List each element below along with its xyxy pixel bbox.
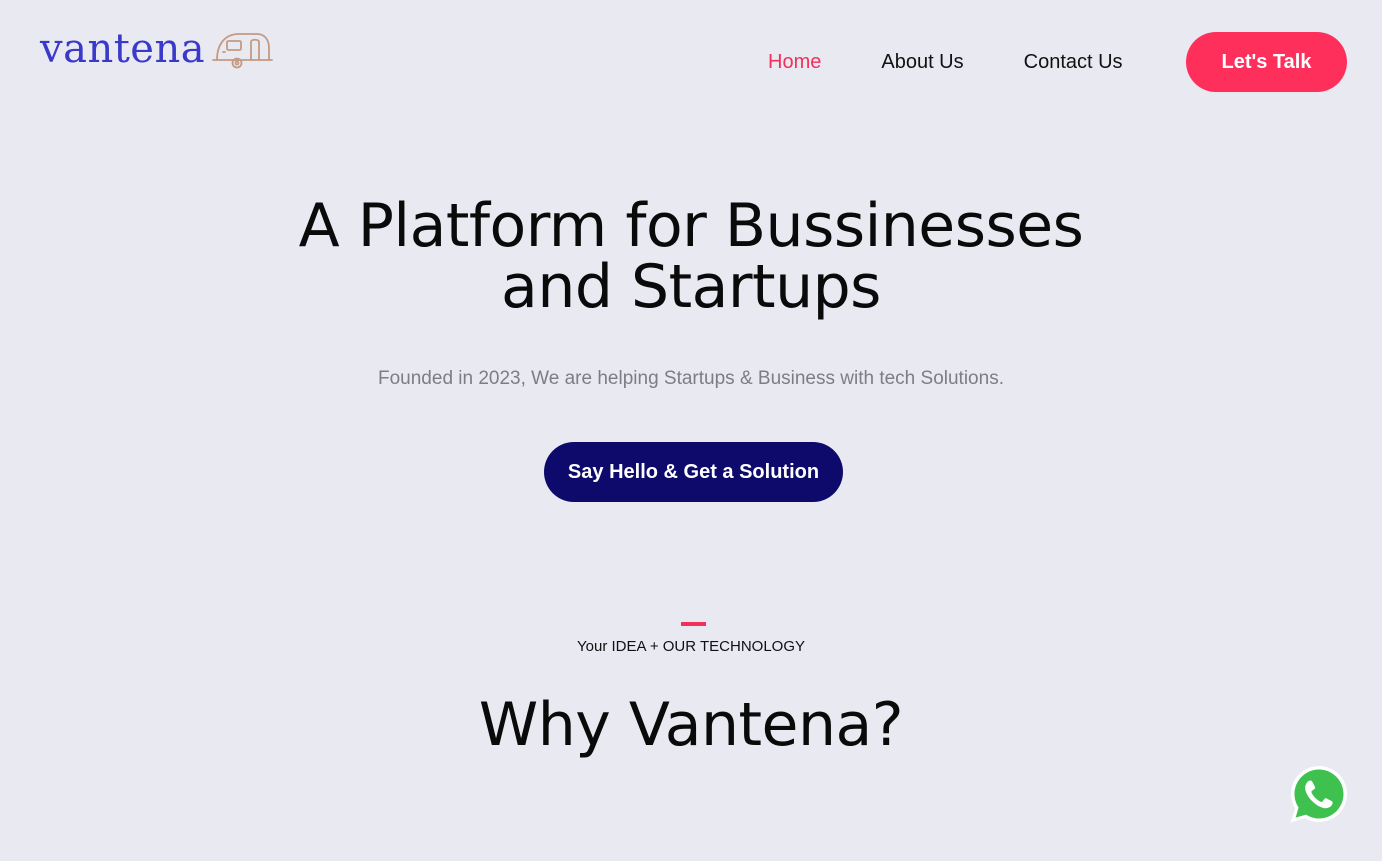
hero-title: A Platform for Bussinesses and Startups xyxy=(0,196,1382,318)
nav-about-link[interactable]: About Us xyxy=(881,48,963,76)
hero-title-line-1: A Platform for Bussinesses xyxy=(298,191,1084,261)
main-nav: Home About Us Contact Us xyxy=(768,48,1123,76)
brand-logo[interactable]: vantena xyxy=(40,26,273,72)
nav-contact-link[interactable]: Contact Us xyxy=(1024,48,1123,76)
whatsapp-icon xyxy=(1290,766,1347,823)
section-title: Why Vantena? xyxy=(478,690,904,760)
camper-trailer-icon xyxy=(212,33,273,69)
page: vantena Home About Us Contact Us Let's T… xyxy=(0,0,1382,861)
say-hello-button[interactable]: Say Hello & Get a Solution xyxy=(544,442,843,502)
brand-name: vantena xyxy=(40,26,206,72)
whatsapp-button[interactable] xyxy=(1288,763,1350,825)
lets-talk-button[interactable]: Let's Talk xyxy=(1186,32,1347,92)
hero-subtitle: Founded in 2023, We are helping Startups… xyxy=(378,368,1004,389)
nav-home-link[interactable]: Home xyxy=(768,48,821,76)
hero-title-line-2: and Startups xyxy=(501,252,881,322)
section-tagline: Your IDEA + OUR TECHNOLOGY xyxy=(577,638,805,655)
section-accent-bar xyxy=(681,622,706,626)
